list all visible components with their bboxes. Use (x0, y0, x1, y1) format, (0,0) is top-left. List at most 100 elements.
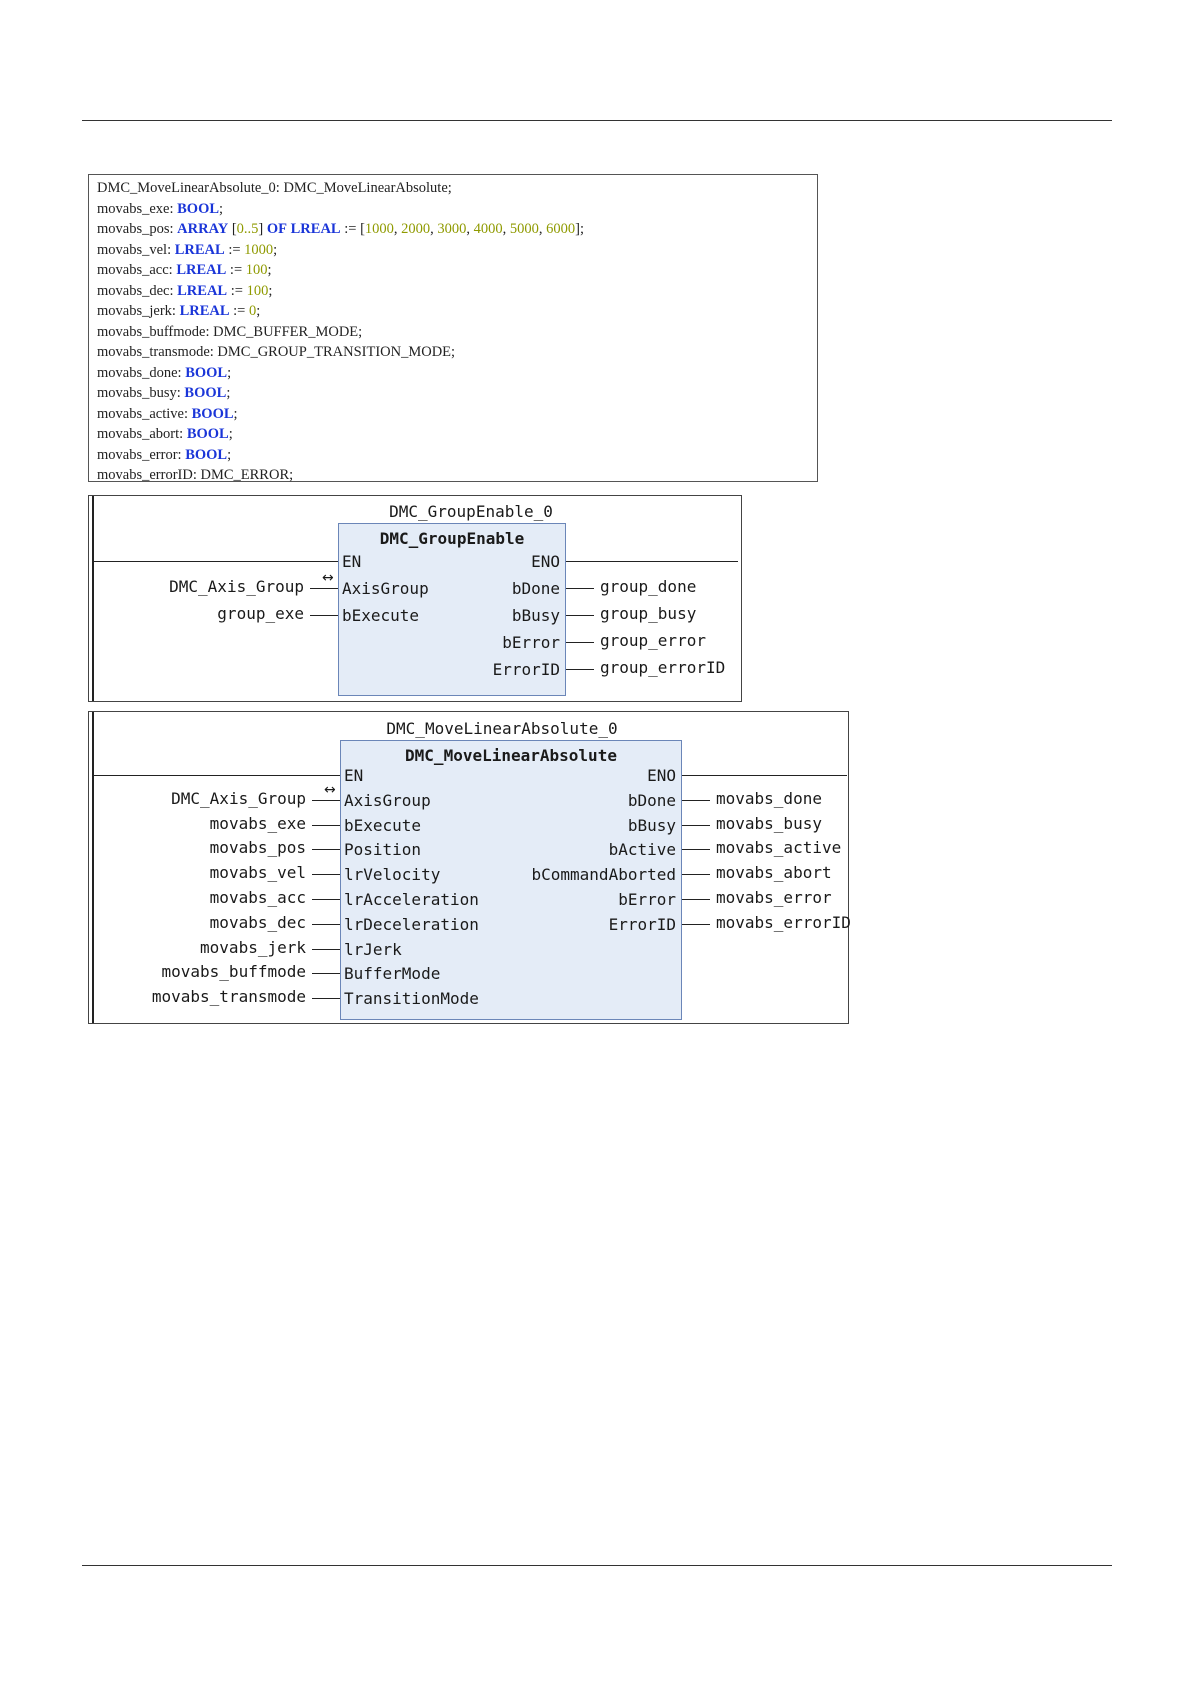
keyword-token: BOOL (177, 200, 220, 217)
input-pin: AxisGroup (342, 579, 429, 598)
keyword-token: LREAL (179, 303, 230, 319)
input-variable: group_exe (217, 604, 304, 623)
output-variable: group_busy (600, 604, 697, 623)
output-pin: bDone (627, 790, 676, 810)
code-token: ; (228, 426, 233, 442)
input-wire (312, 799, 340, 801)
input-pin: bExecute (342, 606, 420, 625)
input-wire (310, 615, 338, 616)
keyword-token: LREAL (174, 241, 225, 258)
output-wire (682, 899, 710, 900)
keyword-token: OF (266, 221, 288, 237)
code-token: movabs_busy: (97, 385, 185, 401)
keyword-token: LREAL (290, 221, 341, 237)
declaration-line: movabs_done: BOOL; (97, 363, 584, 384)
code-token: ; (267, 262, 272, 278)
input-pin: lrJerk (344, 939, 402, 959)
declaration-line: DMC_MoveLinearAbsolute_0: DMC_MoveLinear… (97, 178, 584, 199)
code-token: , (502, 221, 510, 237)
code-token: ; (233, 405, 238, 422)
code-token: movabs_done: (97, 364, 186, 381)
declaration-line: movabs_jerk: LREAL := 0; (97, 301, 584, 322)
literal-token: 3000 (437, 221, 467, 237)
output-pin: bError (502, 633, 560, 652)
input-wire (312, 948, 340, 950)
input-variable: movabs_transmode (151, 987, 306, 1007)
input-pin: Position (344, 840, 422, 860)
code-token: ; (268, 282, 273, 299)
input-wire (312, 998, 340, 1000)
input-variable: movabs_exe (209, 813, 306, 833)
input-variable: movabs_jerk (200, 937, 306, 957)
declaration-line: movabs_busy: BOOL; (97, 383, 584, 404)
function-block-type: DMC_MoveLinearAbsolute (405, 746, 617, 765)
output-pin: bCommandAborted (531, 865, 677, 885)
literal-token: 100 (246, 282, 269, 299)
declaration-line: movabs_transmode: DMC_GROUP_TRANSITION_M… (97, 342, 584, 363)
code-token: movabs_transmode: DMC_GROUP_TRANSITION_M… (97, 344, 456, 360)
input-pin: lrDeceleration (344, 914, 479, 934)
output-wire (682, 799, 710, 801)
output-variable: group_errorID (600, 658, 726, 677)
code-token: , (466, 221, 474, 237)
power-rail (92, 496, 94, 701)
code-token: ; (256, 303, 261, 319)
declaration-line: movabs_active: BOOL; (97, 404, 584, 425)
code-token: DMC_MoveLinearAbsolute_0: DMC_MoveLinear… (97, 180, 452, 196)
input-pin: lrAcceleration (344, 890, 479, 909)
instance-name: DMC_MoveLinearAbsolute_0 (386, 719, 618, 738)
code-token: movabs_acc: (97, 262, 177, 278)
input-pin: TransitionMode (344, 989, 479, 1009)
declaration-line: movabs_exe: BOOL; (97, 199, 584, 220)
declaration-line: movabs_vel: LREAL := 1000; (97, 240, 584, 261)
footer-rule (82, 1565, 1112, 1566)
input-variable: movabs_vel (209, 863, 306, 883)
output-variable: movabs_done (716, 788, 822, 808)
code-token: movabs_buffmode: DMC_BUFFER_MODE; (97, 323, 363, 340)
en-pin: EN (344, 766, 364, 785)
output-pin: bActive (608, 840, 676, 860)
literal-token: 1000 (244, 241, 274, 258)
output-variable: group_error (600, 631, 706, 650)
group-enable-diagram: DMC_GroupEnable_0 DMC_GroupEnable EN ENO Axi… (88, 495, 742, 702)
declaration-line: movabs_dec: LREAL := 100; (97, 281, 584, 302)
input-wire (312, 923, 340, 925)
input-variable: DMC_Axis_Group (171, 788, 306, 808)
output-pin: ErrorID (492, 660, 560, 679)
code-token: movabs_dec: (97, 282, 178, 299)
power-rail (92, 712, 94, 1023)
code-token: movabs_active: (97, 405, 192, 422)
output-wire (682, 824, 710, 826)
input-pin: AxisGroup (344, 790, 431, 810)
input-wire (312, 899, 340, 900)
output-pin: bBusy (511, 606, 560, 625)
input-wire (312, 973, 340, 975)
code-token: movabs_abort: (97, 426, 187, 442)
declaration-line: movabs_acc: LREAL := 100; (97, 260, 584, 281)
input-pin: lrVelocity (344, 865, 441, 885)
input-variable: DMC_Axis_Group (169, 577, 304, 596)
output-wire (682, 849, 710, 851)
output-wire (566, 615, 594, 616)
code-token: ; (226, 385, 231, 401)
output-wire (566, 642, 594, 643)
output-pin: bDone (511, 579, 560, 598)
output-wire (566, 588, 594, 589)
literal-token: 5000 (509, 221, 539, 237)
input-wire (312, 874, 340, 876)
input-wire (312, 849, 340, 851)
declaration-line: movabs_abort: BOOL; (97, 424, 584, 445)
en-pin: EN (342, 552, 362, 571)
declaration-line: movabs_pos: ARRAY [0..5] OF LREAL := [10… (97, 219, 584, 240)
move-linear-absolute-diagram: DMC_MoveLinearAbsolute_0 DMC_MoveLinearAb… (88, 711, 851, 1024)
code-token: movabs_exe: (97, 200, 178, 217)
keyword-token: BOOL (186, 426, 229, 442)
input-variable: movabs_buffmode (161, 962, 307, 982)
code-token: ]; (575, 221, 585, 237)
input-variable: movabs_pos (209, 838, 306, 858)
eno-wire (682, 775, 847, 776)
literal-token: 6000 (546, 221, 576, 237)
output-wire (566, 669, 594, 670)
input-wire (310, 588, 338, 589)
code-token: := (224, 241, 245, 258)
